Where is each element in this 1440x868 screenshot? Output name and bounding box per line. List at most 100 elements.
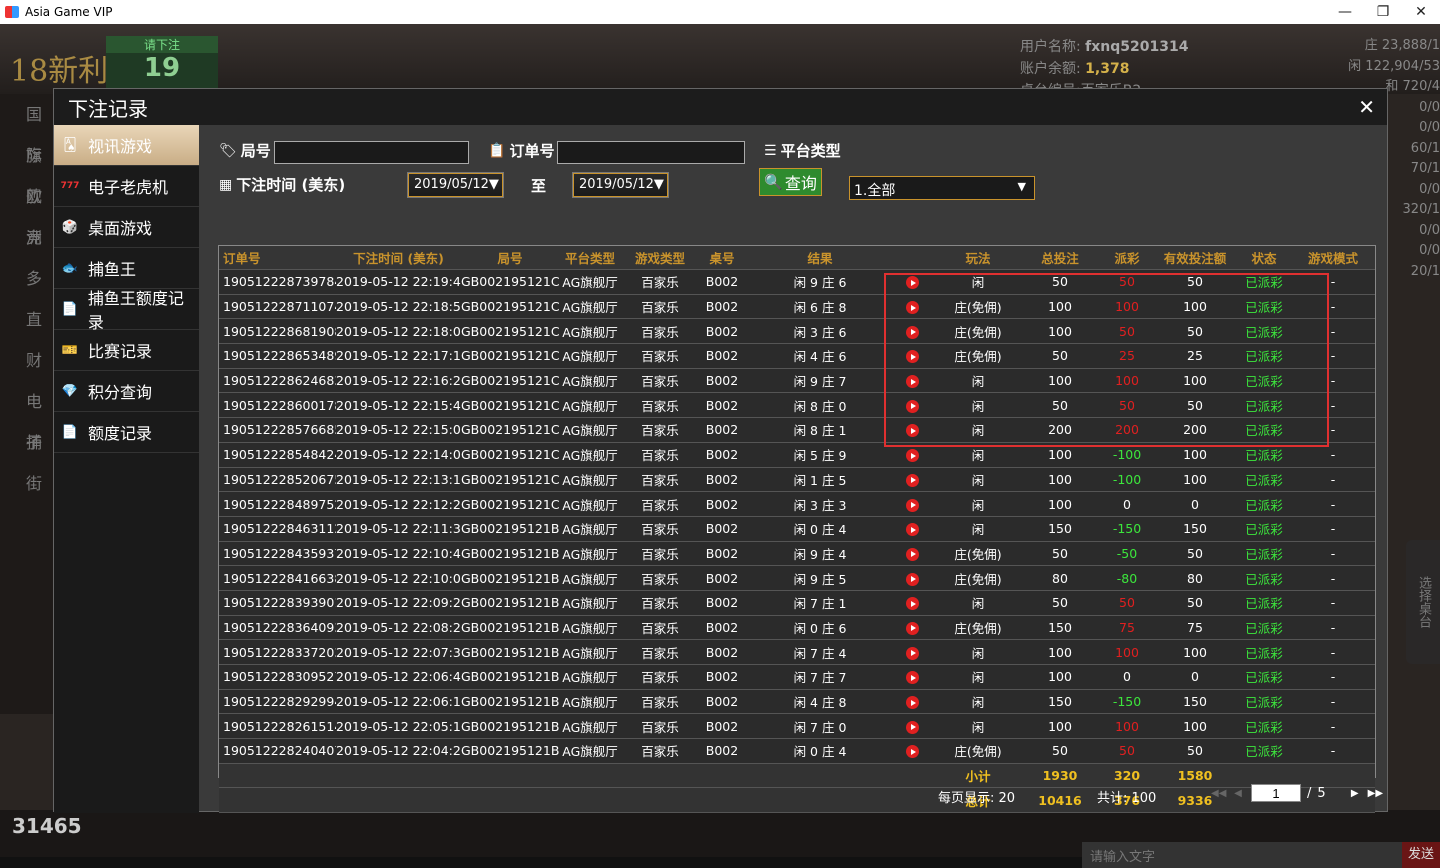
cell-result: 闲 9 庄 6 [793, 275, 847, 291]
game-menu-item[interactable]: 街 [0, 463, 54, 504]
video-replay-icon[interactable] [895, 472, 929, 487]
video-replay-icon[interactable] [895, 324, 929, 339]
cell-table-no: B002 [705, 545, 739, 561]
game-menu-item[interactable]: 国际 [0, 94, 54, 165]
nav-item[interactable]: 🂡 视讯游戏 [54, 125, 199, 166]
cell-total-bet: 50 [1052, 545, 1068, 561]
record-content: 🏷 局号 📋 订单号 ☰ 平台类型 1.全部 ▼ ▦ 下注时间 (美东) 2019/05/… [199, 125, 1387, 814]
cell-order-id: 190512228435937 [223, 545, 336, 561]
cell-game-type: 百家乐 [641, 448, 679, 464]
first-page-icon[interactable]: ◀◀ [1211, 788, 1226, 799]
video-replay-icon[interactable] [895, 645, 929, 660]
nav-item[interactable]: 🎫 比赛记录 [54, 330, 199, 371]
video-replay-icon[interactable] [895, 373, 929, 389]
minimize-button[interactable]: — [1326, 4, 1364, 20]
next-page-icon[interactable]: ▶ [1348, 788, 1362, 799]
video-replay-icon[interactable] [895, 398, 929, 413]
cell-order-id: 190512228416638 [223, 570, 336, 586]
cell-valid-bet: 50 [1187, 274, 1203, 290]
nav-item[interactable]: 777 电子老虎机 [54, 166, 199, 207]
last-page-icon[interactable]: ▶▶ [1368, 788, 1383, 799]
dialog-close-button[interactable]: ✕ [1358, 95, 1375, 119]
nav-item[interactable]: 🐟 捕鱼王 [54, 248, 199, 289]
cell-bet-time: 2019-05-12 22:19:45 [336, 274, 461, 290]
cell-total-bet: 150 [1048, 521, 1072, 537]
video-replay-icon[interactable] [895, 719, 929, 734]
cell-payout: 75 [1119, 619, 1135, 635]
balance-label: 账户余额: [1020, 61, 1081, 77]
cell-valid-bet: 50 [1187, 545, 1203, 561]
query-button[interactable]: 🔍 查询 [759, 168, 822, 196]
order-input[interactable] [557, 141, 745, 164]
video-replay-icon[interactable] [895, 595, 929, 611]
document-icon: 📄 [61, 424, 79, 440]
video-replay-icon[interactable] [895, 274, 929, 290]
video-replay-icon[interactable] [895, 743, 929, 759]
select-table-handle[interactable]: 选择桌台 [1406, 540, 1440, 664]
video-replay-icon[interactable] [895, 299, 929, 315]
cell-total-bet: 50 [1052, 348, 1068, 364]
cell-result: 闲 1 庄 5 [793, 472, 847, 488]
video-replay-icon[interactable] [895, 422, 929, 438]
maximize-button[interactable]: ❐ [1364, 4, 1402, 20]
date-from-picker[interactable]: 2019/05/12▼ [407, 172, 504, 198]
cell-payout: 200 [1115, 422, 1139, 438]
close-window-button[interactable]: ✕ [1402, 4, 1440, 20]
platform-select[interactable]: 1.全部 ▼ [849, 176, 1035, 200]
cell-platform: AG旗舰厅 [562, 349, 618, 365]
video-replay-icon[interactable] [895, 571, 929, 586]
game-menu-item[interactable]: 直 [0, 299, 54, 340]
cell-order-id: 190512228240407 [223, 743, 336, 759]
chat-input[interactable]: 请输入文字 [1082, 842, 1402, 868]
nav-item[interactable]: 📄 捕鱼王额度记录 [54, 289, 199, 332]
cell-status: 已派彩 [1245, 472, 1283, 488]
video-replay-icon[interactable] [895, 447, 929, 463]
video-replay-icon[interactable] [895, 348, 929, 364]
round-input[interactable] [274, 141, 469, 164]
game-menu-item[interactable]: 竞 [0, 217, 54, 258]
cell-play-type: 庄(免佣) [954, 349, 1002, 365]
cell-total-bet: 150 [1048, 619, 1072, 635]
date-to-picker[interactable]: 2019/05/12▼ [572, 172, 669, 198]
cell-play-type: 闲 [971, 596, 985, 612]
header-payout: 派彩 [1114, 251, 1140, 266]
cell-table-no: B002 [705, 447, 739, 463]
video-replay-icon[interactable] [895, 546, 929, 561]
cell-bet-time: 2019-05-12 22:05:14 [336, 718, 461, 734]
cell-game-mode: - [1330, 274, 1336, 290]
cell-bet-time: 2019-05-12 22:04:29 [336, 743, 461, 759]
cell-game-mode: - [1330, 669, 1336, 685]
game-menu-item[interactable]: 多 [0, 258, 54, 299]
video-replay-icon[interactable] [895, 497, 929, 512]
page-separator: / [1307, 785, 1312, 801]
table-row: 190512228435937 2019-05-12 22:10:48 GB0021… [219, 542, 1375, 567]
video-replay-icon[interactable] [895, 521, 929, 537]
cell-status: 已派彩 [1245, 670, 1283, 686]
prev-page-icon[interactable]: ◀ [1231, 788, 1245, 799]
balance-value: 1,378 [1085, 61, 1130, 77]
video-replay-icon[interactable] [895, 694, 929, 710]
cell-game-mode: - [1330, 422, 1336, 438]
cell-platform: AG旗舰厅 [562, 374, 618, 390]
game-menu-item[interactable]: 电子 [0, 381, 54, 452]
page-number-input[interactable] [1251, 784, 1301, 802]
nav-item[interactable]: 📄 额度记录 [54, 412, 199, 453]
cell-round-id: GB002195121C7 [461, 323, 559, 339]
cell-play-type: 闲 [971, 398, 985, 414]
cell-game-mode: - [1330, 570, 1336, 586]
send-button[interactable]: 发送 [1402, 842, 1440, 868]
game-menu-item[interactable]: 旗舰 [0, 135, 54, 206]
cell-platform: AG旗舰厅 [562, 423, 618, 439]
bet-hint-label: 请下注 [106, 36, 218, 53]
game-menu-item[interactable]: 财 [0, 340, 54, 381]
cell-table-no: B002 [705, 422, 739, 438]
cards-icon: 🂡 [63, 137, 77, 153]
nav-item[interactable]: 💎 积分查询 [54, 371, 199, 412]
nav-item[interactable]: 🎲 桌面游戏 [54, 207, 199, 248]
video-replay-icon[interactable] [895, 669, 929, 685]
dialog-title: 下注记录 [68, 96, 148, 121]
video-replay-icon[interactable] [895, 620, 929, 635]
table-row: 190512228548424 2019-05-12 22:14:07 GB0021… [219, 443, 1375, 468]
game-menu-item[interactable]: 捕 [0, 422, 54, 463]
game-menu-item[interactable]: 欧洲 [0, 176, 54, 247]
